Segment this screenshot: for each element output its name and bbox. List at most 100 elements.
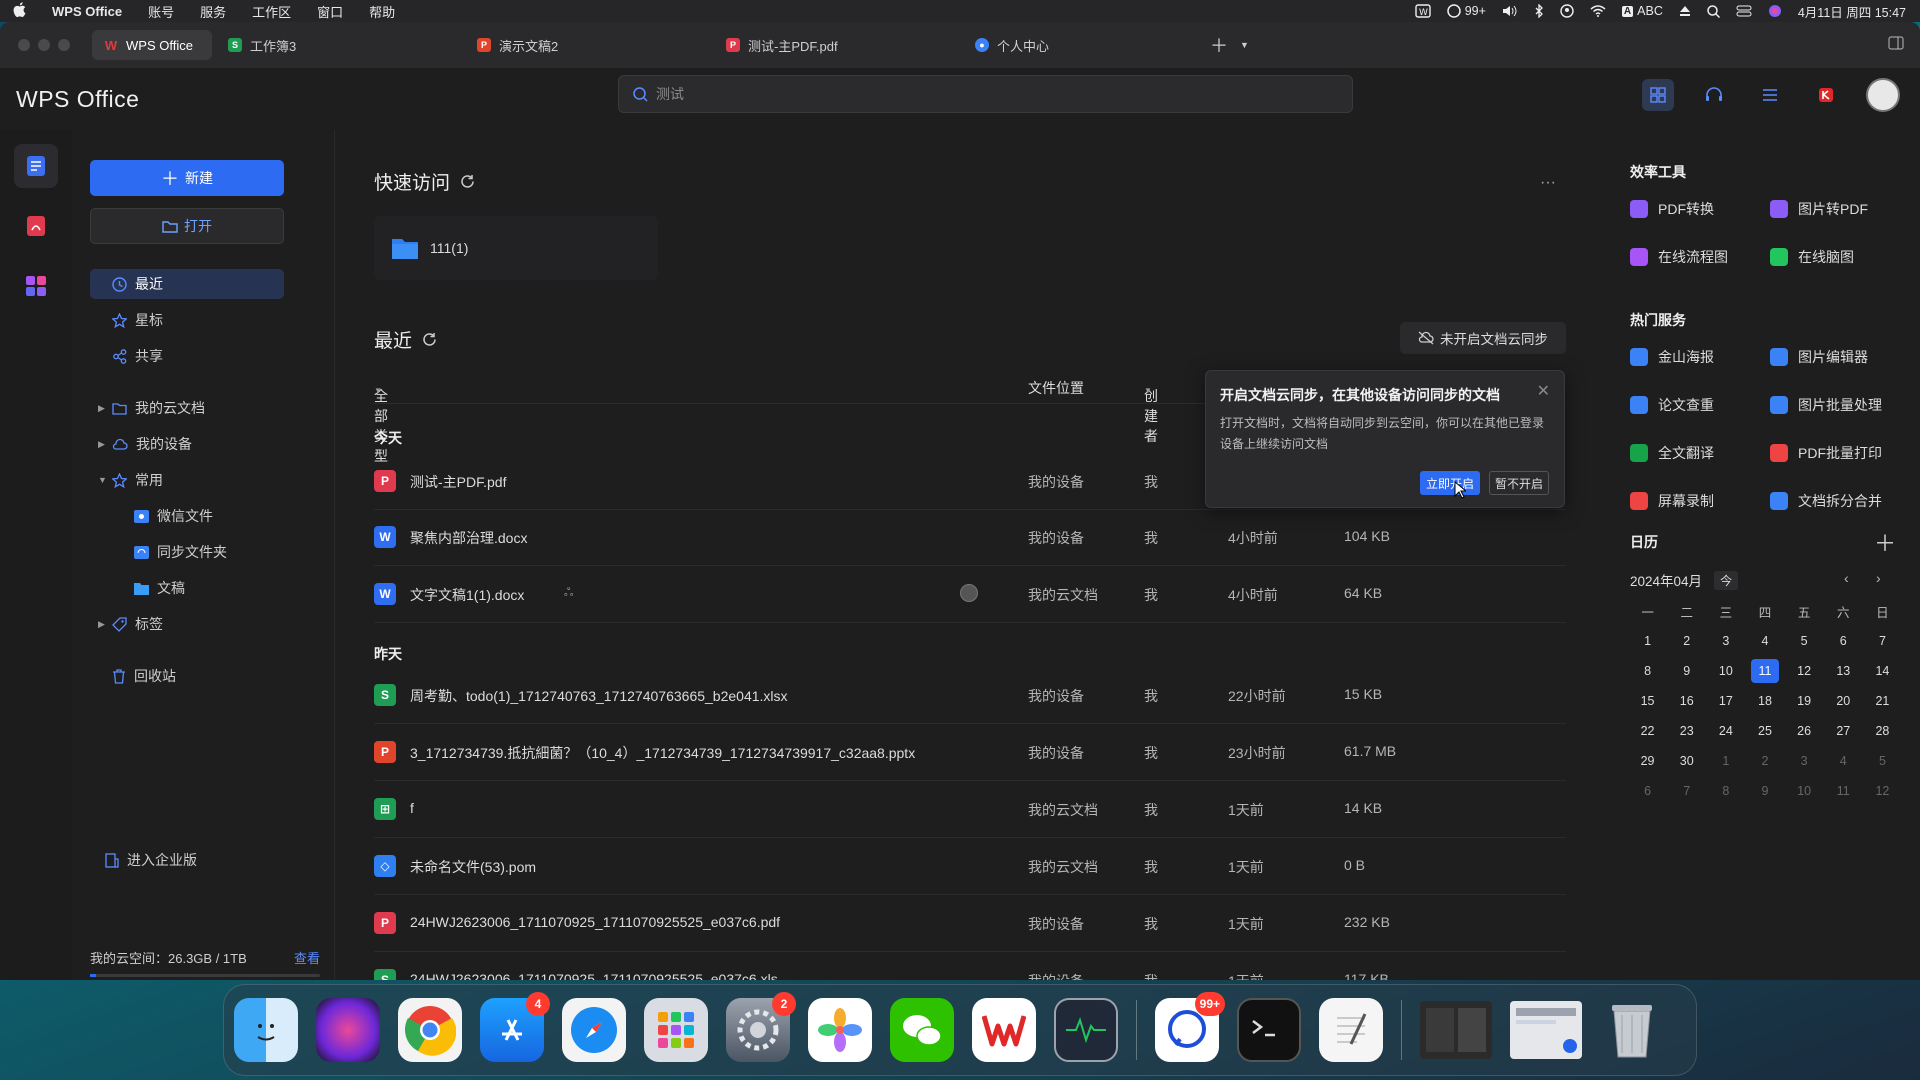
new-button[interactable]: ＋ 新建 (90, 160, 284, 196)
calendar-day[interactable]: 9 (1667, 656, 1706, 686)
sidebar-item-wechat-files[interactable]: 微信文件 (90, 501, 284, 531)
table-row[interactable]: P 24HWJ2623006_1711070925_1711070925525_e… (374, 895, 1566, 952)
minimize-window-button[interactable] (38, 39, 50, 51)
service-item-3[interactable]: 图片批量处理 (1770, 392, 1910, 418)
wps-status-icon[interactable]: W (1414, 4, 1431, 18)
calendar-day[interactable]: 1 (1706, 746, 1745, 776)
table-row[interactable]: S 周考勤、todo(1)_1712740763_1712740763665_b2… (374, 667, 1566, 724)
calendar-day[interactable]: 29 (1628, 746, 1667, 776)
messenger-icon[interactable]: 99+ (1155, 992, 1225, 1062)
chevron-right-icon[interactable]: ▶ (98, 403, 105, 414)
new-tab-button[interactable]: ＋ ▼ (1198, 30, 1261, 60)
wps-app-icon[interactable] (972, 998, 1036, 1062)
k-brand-icon[interactable] (1810, 79, 1842, 111)
cloud-sync-button[interactable]: 未开启文档云同步 (1400, 322, 1566, 354)
calendar-day[interactable]: 8 (1628, 656, 1667, 686)
window-thumbnail-terminal[interactable] (1420, 1001, 1492, 1059)
tool-item-1[interactable]: 图片转PDF (1770, 196, 1910, 222)
calendar-day[interactable]: 9 (1745, 776, 1784, 806)
rail-documents-icon[interactable] (14, 144, 58, 188)
tool-item-2[interactable]: 在线流程图 (1630, 244, 1770, 270)
today-button[interactable]: 今 (1714, 570, 1739, 590)
sidebar-item-shared[interactable]: 共享 (90, 341, 284, 371)
more-icon[interactable]: ··· (1540, 174, 1556, 192)
menu-account[interactable]: 账号 (135, 2, 187, 21)
window-thumbnail-wps[interactable] (1510, 1001, 1582, 1059)
tab-personal-center[interactable]: ● 个人中心 (963, 30, 1198, 60)
calendar-day[interactable]: 15 (1628, 686, 1667, 716)
calendar-day[interactable]: 24 (1706, 716, 1745, 746)
service-item-0[interactable]: 金山海报 (1630, 344, 1770, 370)
calendar-day[interactable]: 2 (1745, 746, 1784, 776)
table-row[interactable]: ◇ 未命名文件(53).pom 我的云文档 我 1天前 0 B (374, 838, 1566, 895)
chevron-down-icon[interactable]: ▼ (98, 475, 107, 485)
skip-sync-button[interactable]: 暂不开启 (1489, 471, 1549, 495)
enterprise-link[interactable]: 进入企业版 (90, 845, 284, 875)
apple-icon[interactable] (0, 2, 39, 20)
sidebar-item-sync-folder[interactable]: 同步文件夹 (90, 537, 284, 567)
menu-app-name[interactable]: WPS Office (39, 4, 135, 19)
sidebar-item-cloud-docs[interactable]: ▶ 我的云文档 (90, 393, 284, 423)
spotlight-icon[interactable] (1707, 4, 1720, 18)
calendar-day[interactable]: 13 (1824, 656, 1863, 686)
system-settings-icon[interactable]: 2 (726, 992, 796, 1062)
calendar-day[interactable]: 4 (1824, 746, 1863, 776)
sidebar-item-documents[interactable]: 文稿 (90, 573, 284, 603)
tab-presentation[interactable]: P 演示文稿2 (465, 30, 710, 60)
control-center-icon[interactable] (1736, 5, 1752, 17)
trash-bin-icon[interactable] (1600, 998, 1664, 1062)
tab-wps-office[interactable]: W WPS Office (92, 30, 212, 60)
sidebar-item-recent[interactable]: 最近 (90, 269, 284, 299)
refresh-icon[interactable] (460, 174, 475, 189)
siri-icon[interactable] (1768, 4, 1782, 18)
calendar-day[interactable]: 30 (1667, 746, 1706, 776)
calendar-day[interactable]: 5 (1863, 746, 1902, 776)
clock[interactable]: 4月11日 周四 15:47 (1798, 2, 1906, 21)
close-window-button[interactable] (18, 39, 30, 51)
calendar-day[interactable]: 16 (1667, 686, 1706, 716)
calendar-day[interactable]: 25 (1745, 716, 1784, 746)
chevron-right-icon[interactable]: ▶ (98, 619, 105, 630)
rail-apps-icon[interactable] (14, 264, 58, 308)
calendar-day[interactable]: 10 (1785, 776, 1824, 806)
sidebar-item-trash[interactable]: 回收站 (90, 661, 284, 691)
textedit-icon[interactable] (1319, 998, 1383, 1062)
user-status-icon[interactable] (1560, 4, 1574, 18)
input-source-icon[interactable]: A ABC (1621, 4, 1663, 18)
refresh-icon[interactable] (422, 332, 437, 347)
calendar-day[interactable]: 28 (1863, 716, 1902, 746)
calendar-day[interactable]: 12 (1863, 776, 1902, 806)
finder-icon[interactable] (234, 998, 298, 1062)
activity-monitor-icon[interactable] (1054, 998, 1118, 1062)
service-item-5[interactable]: PDF批量打印 (1770, 440, 1910, 466)
service-item-1[interactable]: 图片编辑器 (1770, 344, 1910, 370)
calendar-day[interactable]: 3 (1706, 626, 1745, 656)
calendar-day[interactable]: 18 (1745, 686, 1784, 716)
calendar-day[interactable]: 19 (1785, 686, 1824, 716)
menu-workspace[interactable]: 工作区 (239, 2, 304, 21)
calendar-day[interactable]: 20 (1824, 686, 1863, 716)
sidebar-item-common[interactable]: ▼ 常用 (90, 465, 284, 495)
service-item-2[interactable]: 论文查重 (1630, 392, 1770, 418)
calendar-day[interactable]: 10 (1706, 656, 1745, 686)
tab-pdf[interactable]: P 测试-主PDF.pdf (714, 30, 959, 60)
calendar-day[interactable]: 26 (1785, 716, 1824, 746)
chevron-right-icon[interactable]: › (1876, 570, 1881, 586)
calendar-day[interactable]: 21 (1863, 686, 1902, 716)
column-location[interactable]: 文件位置 (1028, 378, 1084, 398)
add-event-icon[interactable]: ＋ (1874, 526, 1896, 558)
menu-service[interactable]: 服务 (187, 2, 239, 21)
zoom-window-button[interactable] (58, 39, 70, 51)
tool-item-0[interactable]: PDF转换 (1630, 196, 1770, 222)
headset-icon[interactable] (1698, 79, 1730, 111)
calendar-day[interactable]: 11 (1824, 776, 1863, 806)
calendar-day[interactable]: 27 (1824, 716, 1863, 746)
enable-sync-button[interactable]: 立即开启 (1420, 471, 1480, 495)
siri-app-icon[interactable] (316, 998, 380, 1062)
tab-workbook[interactable]: S 工作簿3 (216, 30, 461, 60)
menu-window[interactable]: 窗口 (304, 2, 356, 21)
search-input[interactable]: 测试 (618, 75, 1353, 113)
chevron-right-icon[interactable]: ▶ (98, 439, 105, 450)
table-row[interactable]: W 文字文稿1(1).docx 我的云文档 我 4小时前 64 KB ஃ (374, 566, 1566, 623)
sidebar-item-my-devices[interactable]: ▶ 我的设备 (90, 429, 284, 459)
